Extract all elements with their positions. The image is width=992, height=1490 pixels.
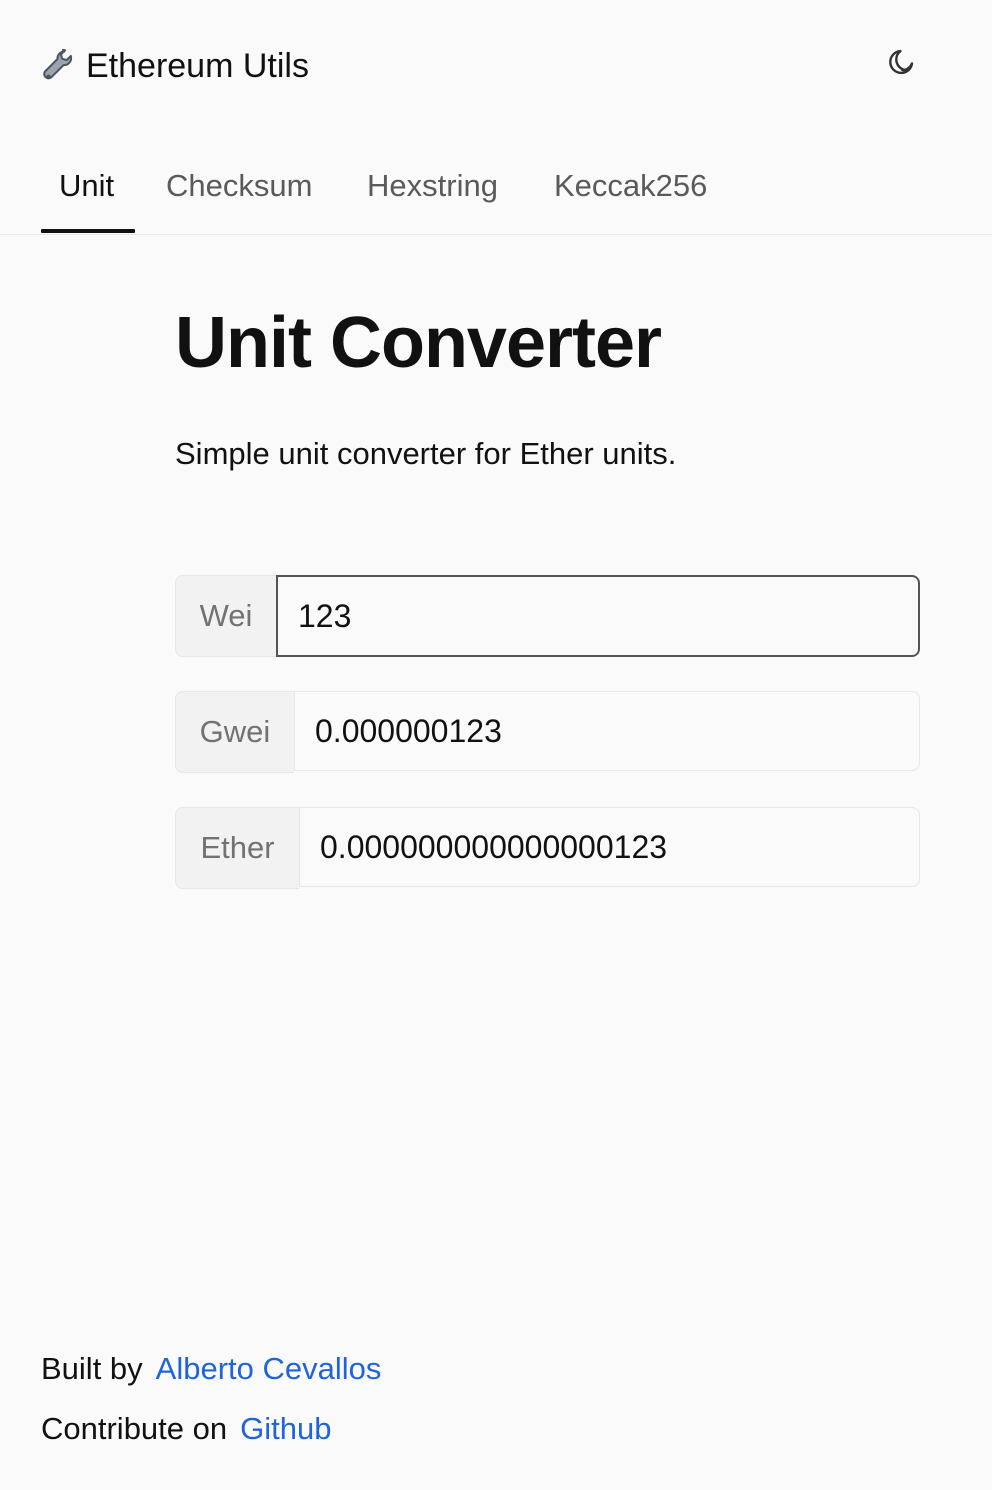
github-link[interactable]: Github bbox=[240, 1404, 331, 1454]
built-by-line: Built by Alberto Cevallos bbox=[41, 1344, 741, 1394]
tab-keccak256[interactable]: Keccak256 bbox=[554, 160, 707, 212]
gwei-row: Gwei bbox=[175, 691, 920, 773]
author-link[interactable]: Alberto Cevallos bbox=[156, 1344, 382, 1394]
moon-icon bbox=[888, 49, 913, 74]
wei-input[interactable] bbox=[276, 575, 920, 657]
contribute-line: Contribute on Github bbox=[41, 1404, 741, 1454]
contribute-text: Contribute on bbox=[41, 1411, 228, 1446]
tab-unit[interactable]: Unit bbox=[59, 160, 114, 212]
wei-label: Wei bbox=[175, 575, 276, 657]
tab-checksum[interactable]: Checksum bbox=[166, 160, 312, 212]
wrench-icon bbox=[43, 48, 73, 80]
theme-toggle-button[interactable] bbox=[880, 40, 922, 82]
built-by-text: Built by bbox=[41, 1351, 143, 1386]
ether-input[interactable] bbox=[299, 807, 920, 887]
tab-hexstring[interactable]: Hexstring bbox=[367, 160, 498, 212]
app-brand: Ethereum Utils bbox=[40, 44, 309, 88]
gwei-input[interactable] bbox=[294, 691, 920, 771]
ether-row: Ether bbox=[175, 807, 920, 889]
wei-row: Wei bbox=[175, 575, 920, 657]
page-description: Simple unit converter for Ether units. bbox=[175, 436, 677, 471]
gwei-label: Gwei bbox=[175, 691, 294, 773]
main-tabs: Unit Checksum Hexstring Keccak256 bbox=[0, 140, 992, 235]
ethereum-utils-page: Ethereum Utils Unit Checksum Hexstring K… bbox=[0, 0, 992, 1490]
page-title: Unit Converter bbox=[175, 303, 662, 383]
page-footer: Built by Alberto Cevallos Contribute on … bbox=[41, 1344, 741, 1464]
active-tab-indicator bbox=[41, 229, 135, 233]
ether-label: Ether bbox=[175, 807, 299, 889]
app-title: Ethereum Utils bbox=[86, 47, 309, 85]
app-header: Ethereum Utils bbox=[0, 0, 992, 130]
